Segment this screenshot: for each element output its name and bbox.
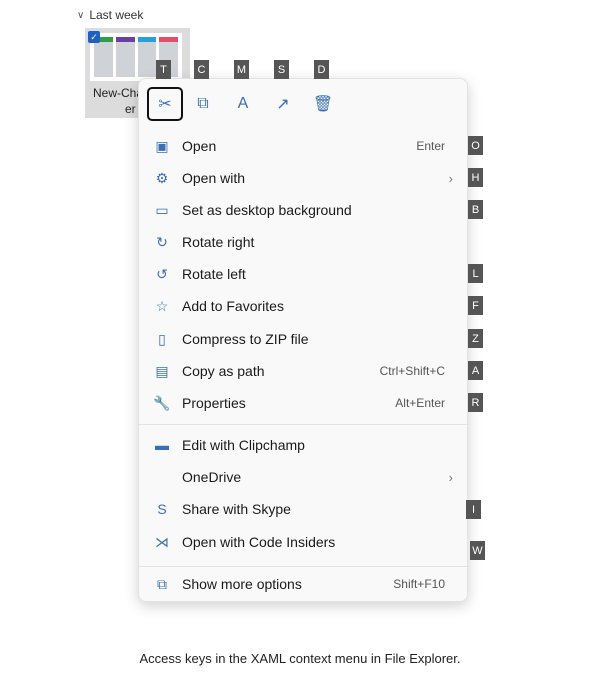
shortcut-text: Ctrl+Shift+C [379, 364, 445, 378]
rotate-right-icon: ↻ [156, 233, 168, 250]
rename-icon: A [237, 95, 249, 112]
delete-button[interactable]: 🗑 [305, 87, 341, 121]
file-name-continued: er [125, 102, 136, 116]
menu-item-label: Rotate right [182, 234, 255, 250]
shortcut-text: Shift+F10 [393, 577, 445, 591]
menu-separator [139, 424, 469, 425]
photos-icon: ▣ [155, 137, 169, 154]
caption: Access keys in the XAML context menu in … [139, 651, 461, 666]
access-key-badge: T [156, 60, 171, 79]
access-key-badge: D [314, 60, 329, 79]
copy-path-icon: ▤ [155, 362, 169, 379]
checkbox-icon[interactable]: ✓ [88, 31, 100, 43]
access-key-badge: I [466, 500, 481, 519]
menu-item-label: Show more options [182, 576, 302, 592]
shortcut-text: Enter [416, 139, 445, 153]
menu-item-show-more-options[interactable]: ⧉ Show more options Shift+F10 [139, 569, 469, 599]
group-label: Last week [89, 8, 144, 22]
copy-button[interactable]: ⧉ [185, 87, 221, 121]
cut-button[interactable]: ✂ [147, 87, 183, 121]
share-button[interactable]: ↗ [265, 87, 301, 121]
access-key-badge: O [468, 136, 483, 155]
menu-item-label: Rotate left [182, 266, 246, 282]
menu-item-label: Share with Skype [182, 501, 291, 517]
access-key-badge: H [468, 168, 483, 187]
file-name: New-Cha [93, 86, 144, 100]
menu-item-properties[interactable]: 🔧 Properties Alt+Enter [139, 388, 469, 418]
menu-item-label: Set as desktop background [182, 202, 352, 218]
skype-icon: S [157, 501, 167, 517]
share-icon: ↗ [276, 96, 290, 113]
chevron-down-icon: ∨ [77, 9, 85, 21]
chevron-right-icon: › [448, 170, 453, 186]
menu-item-rotate-right[interactable]: ↻ Rotate right [139, 227, 469, 257]
menu-item-label: Add to Favorites [182, 298, 284, 314]
menu-item-label: Edit with Clipchamp [182, 437, 305, 453]
access-key-badge: Z [468, 329, 483, 348]
rotate-left-icon: ↺ [156, 265, 168, 282]
group-header-last-week[interactable]: ∨ Last week [77, 8, 143, 22]
access-key-badge: B [468, 200, 483, 219]
open-with-icon: ⚙ [155, 169, 169, 186]
menu-item-label: OneDrive [182, 469, 242, 485]
menu-item-add-to-favorites[interactable]: ☆ Add to Favorites [139, 291, 469, 321]
access-key-badge: R [468, 393, 483, 412]
menu-item-share-with-skype[interactable]: S Share with Skype [139, 494, 469, 524]
access-key-badge: F [468, 296, 483, 315]
menu-item-copy-as-path[interactable]: ▤ Copy as path Ctrl+Shift+C [139, 356, 469, 386]
menu-item-label: Copy as path [182, 363, 265, 379]
shortcut-text: Alt+Enter [395, 396, 445, 410]
access-key-badge: C [194, 60, 209, 79]
menu-item-edit-with-clipchamp[interactable]: ▬ Edit with Clipchamp [139, 430, 469, 460]
menu-item-label: Compress to ZIP file [182, 331, 309, 347]
access-key-badge: W [470, 541, 485, 560]
zip-icon: ▯ [158, 330, 166, 347]
trash-icon: 🗑 [312, 96, 334, 113]
access-key-badge: M [234, 60, 249, 79]
access-key-badge: S [274, 60, 289, 79]
menu-item-label: Open with [182, 170, 246, 186]
clipchamp-icon: ▬ [155, 437, 169, 453]
menu-item-rotate-left[interactable]: ↺ Rotate left [139, 259, 469, 289]
rename-button[interactable]: A [225, 87, 261, 121]
menu-item-open-with[interactable]: ⚙ Open with › [139, 163, 469, 193]
access-key-badge: A [468, 361, 483, 380]
menu-item-label: Open [182, 138, 217, 154]
copy-icon: ⧉ [197, 95, 209, 112]
context-menu: ✂ ⧉ A ↗ 🗑 ▣ Open Enter ⚙ Open with › ▭ Set as deskto… [138, 78, 469, 602]
scissors-icon: ✂ [158, 96, 172, 113]
menu-item-set-as-desktop-background[interactable]: ▭ Set as desktop background [139, 195, 469, 225]
wrench-icon: 🔧 [153, 394, 171, 411]
menu-item-label: Open with Code Insiders [182, 534, 336, 550]
star-icon: ☆ [155, 297, 169, 314]
menu-item-open[interactable]: ▣ Open Enter [139, 131, 469, 161]
menu-item-onedrive[interactable]: OneDrive › [139, 462, 469, 492]
menu-item-compress-to-zip-file[interactable]: ▯ Compress to ZIP file [139, 324, 469, 354]
access-key-badge: L [468, 264, 483, 283]
menu-separator [139, 566, 469, 567]
menu-item-open-with-code-insiders[interactable]: ⋊ Open with Code Insiders [139, 527, 469, 557]
chevron-right-icon: › [448, 469, 453, 485]
menu-item-label: Properties [182, 395, 246, 411]
vscode-icon: ⋊ [155, 533, 169, 550]
desktop-background-icon: ▭ [155, 201, 169, 218]
more-options-icon: ⧉ [157, 575, 167, 592]
